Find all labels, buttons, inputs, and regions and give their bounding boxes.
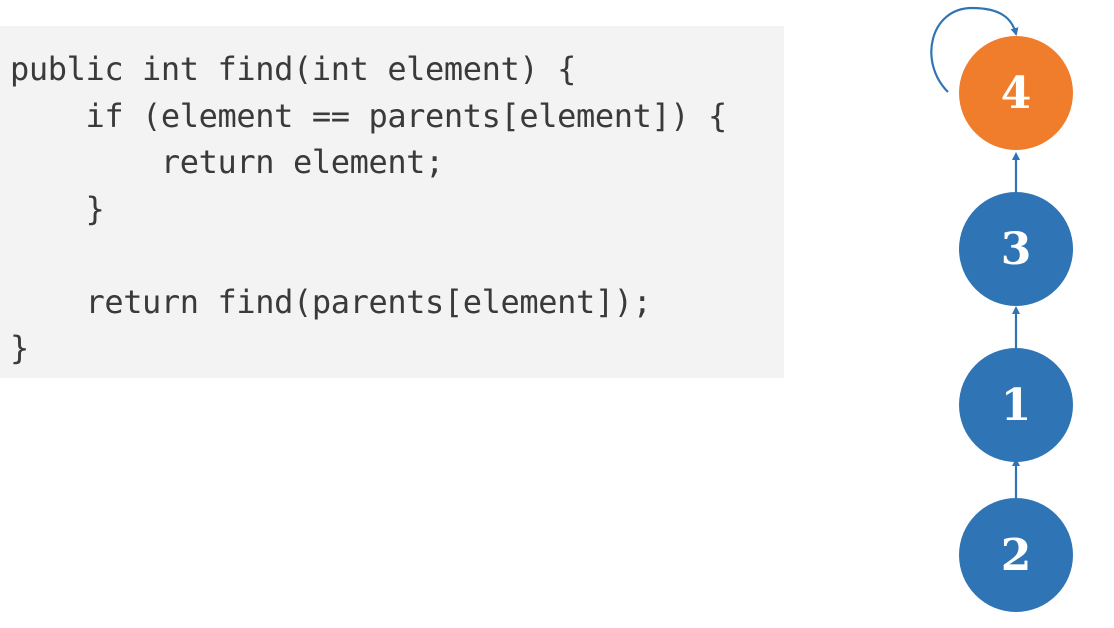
node-label-3: 3 [1001, 224, 1032, 275]
tree-node-1: 1 [959, 348, 1073, 462]
node-label-2: 2 [1001, 530, 1032, 581]
tree-node-3: 3 [959, 192, 1073, 306]
node-label-1: 1 [1001, 380, 1032, 431]
tree-node-4: 4 [959, 36, 1073, 150]
union-find-tree: 4 3 1 2 [930, 6, 1073, 612]
tree-node-2: 2 [959, 498, 1073, 612]
node-label-4: 4 [1001, 68, 1032, 119]
